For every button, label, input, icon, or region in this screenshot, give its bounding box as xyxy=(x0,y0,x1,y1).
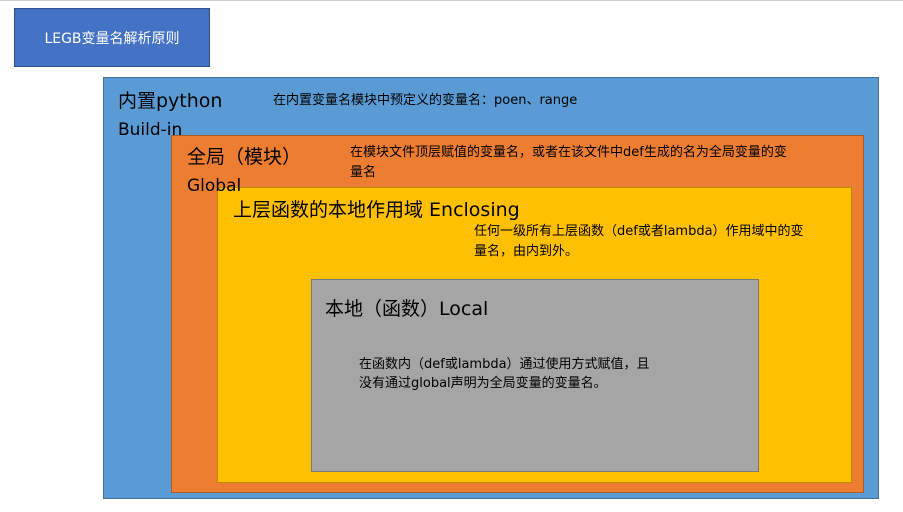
global-scope-description: 在模块文件顶层赋值的变量名，或者在该文件中def生成的名为全局变量的变量名 xyxy=(350,145,787,180)
top-divider xyxy=(0,0,903,1)
local-scope-description: 在函数内（def或lambda）通过使用方式赋值，且没有通过global声明为全… xyxy=(359,357,650,391)
local-scope-label: 本地（函数）Local xyxy=(325,298,489,320)
builtin-scope-label: 内置python xyxy=(118,90,223,112)
diagram-title: LEGB变量名解析原则 xyxy=(14,8,210,67)
builtin-scope-description: 在内置变量名模块中预定义的变量名：poen、range xyxy=(273,93,578,108)
enclosing-scope-description: 任何一级所有上层函数（def或者lambda）作用域中的变量名，由内到外。 xyxy=(474,224,804,259)
enclosing-scope-label: 上层函数的本地作用域 Enclosing xyxy=(233,199,520,221)
global-scope-label-en: Global xyxy=(187,176,242,196)
builtin-scope-label-en: Build-in xyxy=(118,120,183,140)
diagram-title-text: LEGB变量名解析原则 xyxy=(44,30,180,47)
global-scope-label: 全局（模块） xyxy=(187,146,302,168)
